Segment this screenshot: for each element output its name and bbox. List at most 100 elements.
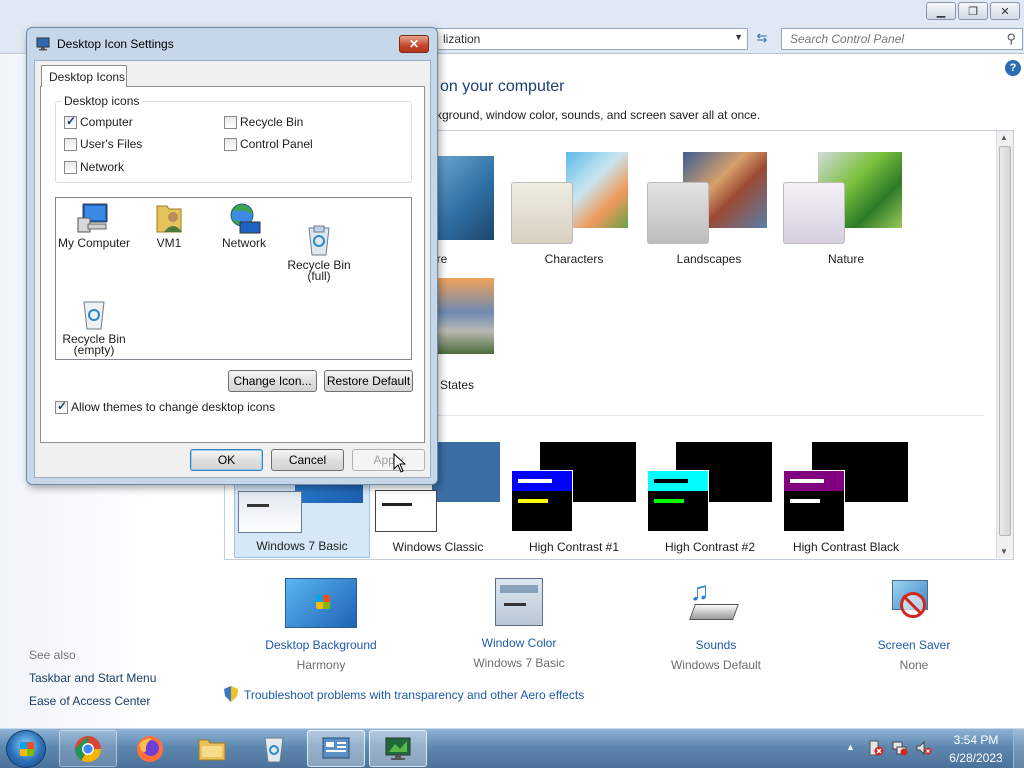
theme-nature[interactable]: Nature xyxy=(782,150,910,270)
checkbox-box[interactable] xyxy=(55,399,68,414)
checkbox-box[interactable] xyxy=(224,115,237,129)
desktop-icon-list[interactable]: My Computer VM1 Network Recycle Bin (ful… xyxy=(55,197,412,360)
recycle-bin-icon xyxy=(264,737,284,762)
screen-saver-link[interactable]: Screen Saver xyxy=(839,638,989,652)
checkbox-recycle-bin[interactable]: Recycle Bin xyxy=(224,115,303,129)
list-item[interactable]: Recycle Bin (full) xyxy=(281,202,357,293)
theme-thumbnail xyxy=(436,156,494,240)
theme-characters[interactable]: Characters xyxy=(510,150,638,270)
theme-landscapes[interactable]: Landscapes xyxy=(645,150,773,270)
show-hidden-icons-icon[interactable]: ▲ xyxy=(846,742,855,752)
theme-scrollbar[interactable]: ▲ ▼ xyxy=(996,131,1013,558)
theme-label: Windows Classic xyxy=(392,540,484,554)
checkbox-computer[interactable]: Computer xyxy=(64,114,133,129)
tab-panel: Desktop icons Computer Recycle Bin User'… xyxy=(40,86,425,443)
sounds-link[interactable]: Sounds xyxy=(641,638,791,652)
cancel-button[interactable]: Cancel xyxy=(271,449,344,471)
theme-label: Windows 7 Basic xyxy=(256,539,348,553)
taskbar: ▲ xyxy=(0,728,1024,768)
maximize-button[interactable]: ❐ xyxy=(958,2,988,20)
chevron-down-icon[interactable]: ▼ xyxy=(734,32,743,42)
start-button[interactable] xyxy=(6,730,46,768)
clock-time[interactable]: 3:54 PM xyxy=(953,733,999,747)
address-text: lization xyxy=(443,32,481,46)
recycle-bin-full-icon xyxy=(301,213,337,256)
checkbox-users-files[interactable]: User's Files xyxy=(64,137,142,151)
minimize-button[interactable]: ▁ xyxy=(926,2,956,20)
close-button[interactable]: ✕ xyxy=(990,2,1020,20)
desktop-background-value: Harmony xyxy=(296,658,346,672)
search-placeholder: Search Control Panel xyxy=(790,32,905,46)
checkbox-allow-themes[interactable]: Allow themes to change desktop icons xyxy=(55,399,275,414)
firefox-taskbar-button[interactable] xyxy=(121,730,179,767)
control-panel-titlebar: ▁ ❐ ✕ xyxy=(0,0,1024,24)
close-icon[interactable]: ✕ xyxy=(399,35,429,53)
search-input[interactable]: Search Control Panel ⚲ xyxy=(781,28,1023,50)
checkbox-box[interactable] xyxy=(64,160,77,174)
theme-thumbnail xyxy=(566,152,628,228)
desktop-icons-group: Desktop icons Computer Recycle Bin User'… xyxy=(55,94,412,183)
theme-high-contrast-2[interactable]: High Contrast #2 xyxy=(642,440,778,558)
clock-date[interactable]: 6/28/2023 xyxy=(946,751,1006,765)
theme-thumbnail xyxy=(436,278,494,354)
theme-high-contrast-black[interactable]: High Contrast Black xyxy=(778,440,914,558)
desktop-icon-settings-icon xyxy=(36,37,50,51)
checkbox-control-panel[interactable]: Control Panel xyxy=(224,137,313,151)
icon-label: VM1 xyxy=(156,236,182,250)
theme-label: States xyxy=(440,378,475,392)
desktop-background-link[interactable]: Desktop Background xyxy=(246,638,396,652)
network-status-icon[interactable] xyxy=(892,740,908,756)
windows-logo-icon xyxy=(20,742,34,756)
desktop-icon-settings-taskbar-button[interactable] xyxy=(369,730,427,767)
window-color-value: Windows 7 Basic xyxy=(473,656,565,670)
tab-desktop-icons[interactable]: Desktop Icons xyxy=(41,65,127,87)
checkbox-box[interactable] xyxy=(64,114,77,129)
sounds-item[interactable]: ♫ Sounds Windows Default xyxy=(641,578,791,672)
desktop-background-icon xyxy=(285,578,357,628)
theme-label: Nature xyxy=(827,252,865,266)
ease-of-access-link[interactable]: Ease of Access Center xyxy=(29,694,150,708)
show-desktop-button[interactable] xyxy=(1013,729,1024,768)
volume-muted-icon[interactable] xyxy=(916,740,932,756)
list-item[interactable]: My Computer xyxy=(56,202,132,249)
theme-label: High Contrast #1 xyxy=(528,540,620,554)
desktop-icon-settings-dialog: Desktop Icon Settings ✕ Desktop icons Co… xyxy=(26,27,438,485)
change-icon-button[interactable]: Change Icon... xyxy=(228,370,317,392)
theme-label: Landscapes xyxy=(676,252,742,266)
list-item[interactable]: VM1 xyxy=(131,202,207,249)
list-item[interactable]: Recycle Bin (empty) xyxy=(56,276,132,367)
computer-icon xyxy=(76,202,112,234)
action-center-icon[interactable] xyxy=(868,740,884,756)
search-icon[interactable]: ⚲ xyxy=(1006,31,1016,47)
checkbox-box[interactable] xyxy=(64,137,77,151)
ok-button[interactable]: OK xyxy=(190,449,263,471)
chrome-taskbar-button[interactable] xyxy=(59,730,117,767)
troubleshoot-link[interactable]: Troubleshoot problems with transparency … xyxy=(224,686,584,702)
window-color-item[interactable]: Window Color Windows 7 Basic xyxy=(444,578,594,670)
theme-label: High Contrast #2 xyxy=(664,540,756,554)
sounds-icon: ♫ xyxy=(680,578,752,628)
restore-default-button[interactable]: Restore Default xyxy=(324,370,413,392)
address-bar[interactable]: lization ▼ xyxy=(436,28,748,50)
mouse-cursor-icon xyxy=(393,452,407,473)
control-panel-taskbar-button[interactable] xyxy=(307,730,365,767)
screen-saver-item[interactable]: Screen Saver None xyxy=(839,578,989,672)
apply-button[interactable]: Apply xyxy=(352,449,425,471)
checkbox-box[interactable] xyxy=(224,137,237,151)
icon-label: Recycle Bin (full) xyxy=(287,258,351,283)
taskbar-start-menu-link[interactable]: Taskbar and Start Menu xyxy=(29,671,156,685)
dialog-title: Desktop Icon Settings xyxy=(57,37,174,51)
screen-saver-value: None xyxy=(899,658,929,672)
desktop-background-item[interactable]: Desktop Background Harmony xyxy=(246,578,396,672)
theme-high-contrast-1[interactable]: High Contrast #1 xyxy=(506,440,642,558)
screen-saver-icon xyxy=(878,578,950,628)
list-item[interactable]: Network xyxy=(206,202,282,249)
help-icon[interactable]: ? xyxy=(1005,60,1021,76)
refresh-icon[interactable]: ⇆ xyxy=(752,30,772,48)
recycle-bin-taskbar-button[interactable] xyxy=(245,730,303,767)
file-explorer-icon xyxy=(198,739,226,760)
checkbox-network[interactable]: Network xyxy=(64,160,124,174)
theme-color-swatch xyxy=(783,182,845,244)
window-color-link[interactable]: Window Color xyxy=(444,636,594,650)
explorer-taskbar-button[interactable] xyxy=(183,730,241,767)
